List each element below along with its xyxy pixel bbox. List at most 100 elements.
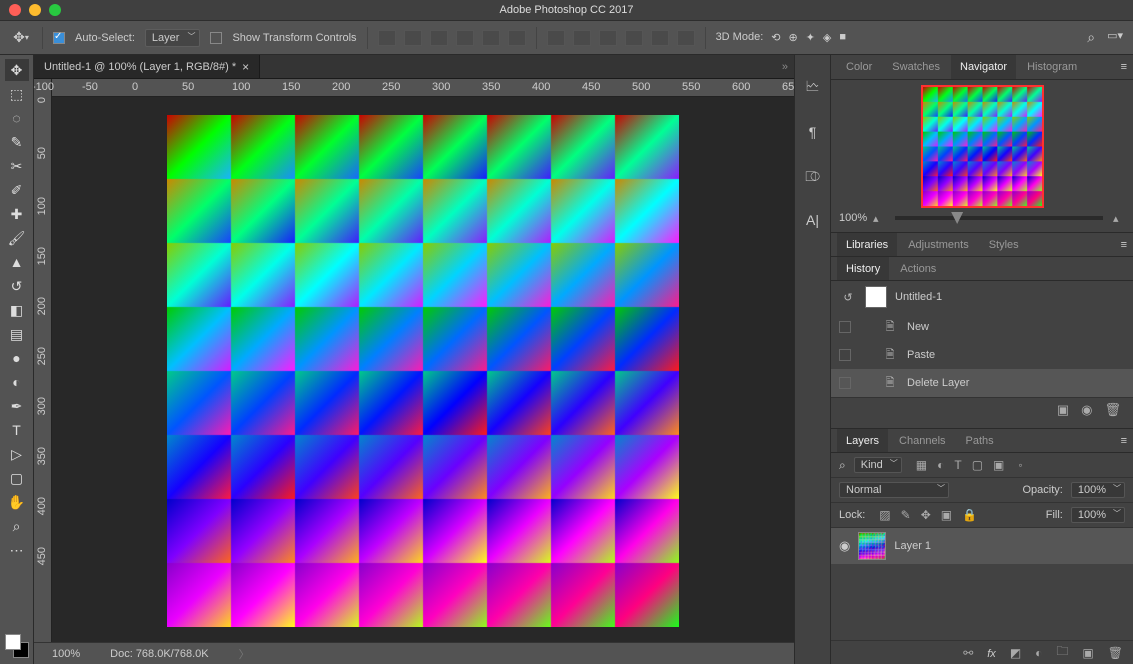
history-step[interactable]: 🗎Paste [831,341,1133,369]
status-zoom[interactable]: 100% [52,648,80,660]
close-window-button[interactable] [9,4,21,16]
gradient-tool[interactable]: ▤ [5,323,29,345]
layer-name[interactable]: Layer 1 [894,540,931,552]
tab-paths[interactable]: Paths [957,429,1003,452]
layer-filter-dropdown[interactable]: Kind [854,457,902,473]
minimize-window-button[interactable] [29,4,41,16]
healing-tool[interactable]: ✚ [5,203,29,225]
zoom-slider[interactable] [895,216,1103,220]
hand-tool[interactable]: ✋ [5,491,29,513]
character-icon[interactable]: ⎄ [802,165,824,187]
tab-adjustments[interactable]: Adjustments [899,233,978,256]
history-step[interactable]: 🗎Delete Layer [831,369,1133,397]
zoom-in-icon[interactable]: ▴ [1113,212,1125,224]
new-layer-icon[interactable]: ▣ [1082,646,1093,660]
pixel-filter-icon[interactable]: ▦ [916,458,927,472]
lock-transparency-icon[interactable]: ▨ [879,508,890,522]
canvas[interactable] [167,115,679,627]
trash-icon[interactable]: 🗑 [1104,402,1121,418]
lock-pixels-icon[interactable]: ✎ [901,508,911,522]
adjustment-layer-icon[interactable]: ◐ [1035,646,1042,660]
panel-menu-icon[interactable]: ≡ [1115,435,1133,447]
tab-actions[interactable]: Actions [891,257,945,280]
stamp-tool[interactable]: ▲ [5,251,29,273]
search-icon[interactable]: ⌕ [839,458,846,473]
delete-layer-icon[interactable]: 🗑 [1108,646,1123,660]
eraser-tool[interactable]: ◧ [5,299,29,321]
marquee-tool[interactable]: ⬚ [5,83,29,105]
group-icon[interactable]: 🗀 [1056,642,1068,663]
tab-swatches[interactable]: Swatches [883,55,949,79]
layer-row[interactable]: ◉ Layer 1 [831,528,1133,564]
screen-mode-icon[interactable]: ▭▾ [1107,29,1123,46]
lock-artboard-icon[interactable]: ▣ [941,508,952,522]
layer-thumbnail[interactable] [858,532,886,560]
foreground-color[interactable] [5,634,21,650]
blend-mode-dropdown[interactable]: Normal [839,482,949,498]
tab-channels[interactable]: Channels [890,429,954,452]
history-document-row[interactable]: ↺ Untitled-1 [831,281,1133,313]
panel-menu-icon[interactable]: ≡ [1115,239,1133,251]
type-filter-icon[interactable]: T [954,458,961,472]
quick-select-tool[interactable]: ✎ [5,131,29,153]
search-icon[interactable]: ⌕ [1087,29,1095,46]
tab-layers[interactable]: Layers [837,429,888,452]
document-tab[interactable]: Untitled-1 @ 100% (Layer 1, RGB/8#) * × [34,55,260,78]
color-swatches[interactable] [5,634,29,658]
adjustment-filter-icon[interactable]: ◐ [937,458,944,472]
dodge-tool[interactable]: ◐ [5,371,29,393]
edit-toolbar[interactable]: ⋯ [5,539,29,561]
history-brush-tool[interactable]: ↺ [5,275,29,297]
tab-libraries[interactable]: Libraries [837,233,897,256]
show-transform-checkbox[interactable] [210,32,222,44]
auto-select-checkbox[interactable] [53,32,65,44]
paragraph-icon[interactable]: ¶ [802,121,824,143]
move-tool[interactable]: ✥ [5,59,29,81]
opacity-input[interactable]: 100% [1071,482,1125,498]
properties-icon[interactable]: 🗠 [802,77,824,99]
lock-position-icon[interactable]: ✥ [921,508,931,522]
align-top-icon[interactable] [378,30,396,46]
move-tool-icon[interactable]: ✥▾ [10,27,32,49]
fill-input[interactable]: 100% [1071,507,1125,523]
new-snapshot-icon[interactable]: ▣ [1057,402,1069,418]
nav-zoom-value[interactable]: 100% [839,212,873,224]
app-title: Adobe Photoshop CC 2017 [500,4,634,16]
visibility-icon[interactable]: ◉ [839,538,850,554]
lasso-tool[interactable]: ◌ [5,107,29,129]
tab-histogram[interactable]: Histogram [1018,55,1086,79]
shape-tool[interactable]: ▢ [5,467,29,489]
crop-tool[interactable]: ✂ [5,155,29,177]
filter-toggle-icon[interactable]: ◦ [1018,458,1022,472]
zoom-out-icon[interactable]: ▴ [873,212,885,224]
status-menu-icon[interactable]: 〉 [239,646,250,662]
layer-mask-icon[interactable]: ◩ [1010,646,1021,660]
tab-navigator[interactable]: Navigator [951,55,1016,79]
path-select-tool[interactable]: ▷ [5,443,29,465]
tab-color[interactable]: Color [837,55,881,79]
history-brush-target-icon[interactable]: ↺ [839,288,857,306]
camera-icon[interactable]: ◉ [1081,402,1092,418]
smart-filter-icon[interactable]: ▣ [993,458,1004,472]
glyphs-icon[interactable]: A| [802,209,824,231]
eyedropper-tool[interactable]: ✐ [5,179,29,201]
brush-tool[interactable]: 🖌 [5,227,29,249]
lock-all-icon[interactable]: 🔒 [962,508,977,522]
tab-styles[interactable]: Styles [980,233,1028,256]
pen-tool[interactable]: ✒ [5,395,29,417]
tab-overflow-icon[interactable]: » [776,61,794,73]
auto-select-dropdown[interactable]: Layer [145,29,201,47]
status-doc-size[interactable]: Doc: 768.0K/768.0K [110,648,208,660]
shape-filter-icon[interactable]: ▢ [972,458,983,472]
blur-tool[interactable]: ● [5,347,29,369]
maximize-window-button[interactable] [49,4,61,16]
close-tab-icon[interactable]: × [242,60,249,74]
history-step[interactable]: 🗎New [831,313,1133,341]
panel-menu-icon[interactable]: ≡ [1115,61,1133,73]
zoom-tool[interactable]: ⌕ [5,515,29,537]
layer-style-icon[interactable]: fx [987,646,996,660]
tab-history[interactable]: History [837,257,889,280]
type-tool[interactable]: T [5,419,29,441]
navigator-thumbnail[interactable] [921,85,1044,208]
link-layers-icon[interactable]: ⚯ [963,646,973,660]
